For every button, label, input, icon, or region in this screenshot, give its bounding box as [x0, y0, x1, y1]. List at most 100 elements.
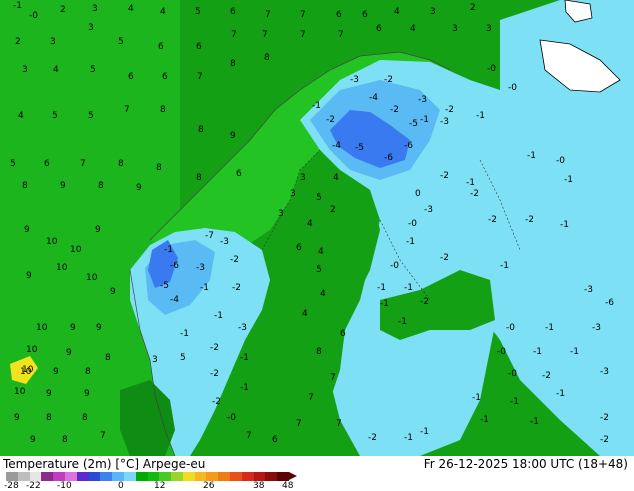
temperature-value-label: -0 [508, 369, 517, 379]
temperature-value-label: -6 [170, 261, 179, 271]
temperature-value-label: 9 [110, 287, 116, 297]
temperature-value-label: 4 [410, 24, 416, 34]
color-scale-segment [29, 472, 42, 481]
temperature-value-label: -1 [240, 353, 249, 363]
temperature-value-label: -4 [332, 141, 341, 151]
temperature-value-label: -1 [472, 393, 481, 403]
temperature-value-label: -0 [556, 156, 565, 166]
temperature-value-label: 8 [118, 159, 124, 169]
temperature-value-label: -1 [466, 178, 475, 188]
temperature-value-label: 7 [330, 373, 336, 383]
temperature-value-label: 6 [272, 435, 278, 445]
temperature-value-label: -2 [542, 371, 551, 381]
temperature-value-label: -4 [170, 295, 179, 305]
temperature-value-label: 7 [296, 419, 302, 429]
temperature-value-label: 5 [10, 159, 16, 169]
temperature-value-label: -7 [205, 231, 214, 241]
temperature-value-label: 3 [22, 65, 28, 75]
color-scale-segment [241, 472, 255, 481]
color-scale-segment [253, 472, 266, 481]
temperature-value-label: 8 [82, 413, 88, 423]
temperature-value-label: 9 [230, 131, 236, 141]
temperature-map[interactable]: -1 -0 2 3 4 4 5 6 7 7 6 6 4 3 2 2 3 3 5 6 6 7 7 7 7 6 4 3 3 3 4 5 6 6 7 8 8-… [0, 0, 634, 456]
temperature-value-label: 6 [44, 159, 50, 169]
temperature-value-label: -3 [418, 95, 427, 105]
temperature-value-label: 8 [105, 353, 111, 363]
color-scale-segment [76, 472, 90, 481]
valid-time: Fr 26-12-2025 18:00 UTC (18+48) [423, 457, 628, 471]
temperature-value-label: -1 [380, 299, 389, 309]
temperature-value-label: 8 [196, 173, 202, 183]
temperature-value-label: -1 [404, 433, 413, 443]
temperature-value-label: 6 [376, 24, 382, 34]
temperature-value-label: -2 [420, 297, 429, 307]
temperature-value-label: 3 [452, 24, 458, 34]
temperature-value-label: -1 [476, 111, 485, 121]
temperature-value-label: 3 [486, 24, 492, 34]
temperature-value-label: 8 [62, 435, 68, 445]
temperature-value-label: 7 [265, 10, 271, 20]
temperature-value-label: 9 [26, 271, 32, 281]
color-scale-segment [194, 472, 207, 481]
temperature-value-label: -0 [408, 219, 417, 229]
temperature-value-label: 4 [394, 7, 400, 17]
temperature-value-label: 10 [56, 263, 68, 273]
temperature-value-label: 9 [60, 181, 66, 191]
color-scale-segment [112, 472, 125, 481]
temperature-value-label: 8 [160, 105, 166, 115]
temperature-value-label: 4 [307, 219, 313, 229]
temperature-value-label: 8 [198, 125, 204, 135]
temperature-value-label: -3 [424, 205, 433, 215]
temperature-value-label: 8 [264, 53, 270, 63]
temperature-value-label: -2 [440, 171, 449, 181]
temperature-value-label: -2 [440, 253, 449, 263]
temperature-value-label: -2 [470, 189, 479, 199]
color-scale-segment [135, 472, 148, 481]
temperature-value-label: -3 [592, 323, 601, 333]
color-scale [6, 472, 297, 481]
temperature-value-label: -3 [350, 75, 359, 85]
temperature-value-label: 6 [128, 72, 134, 82]
temperature-value-label: 6 [340, 329, 346, 339]
temperature-value-label: 6 [236, 169, 242, 179]
temperature-value-label: -1 [530, 417, 539, 427]
temperature-value-label: -1 [545, 323, 554, 333]
temperature-value-label: -5 [409, 119, 418, 129]
temperature-value-label: 9 [136, 183, 142, 193]
temperature-value-label: -3 [600, 367, 609, 377]
temperature-value-label: -2 [600, 413, 609, 423]
temperature-value-label: -1 [406, 237, 415, 247]
temperature-value-label: 9 [70, 323, 76, 333]
temperature-value-label: -2 [488, 215, 497, 225]
color-scale-segment [17, 472, 31, 481]
temperature-value-label: -3 [238, 323, 247, 333]
temperature-value-label: -1 [533, 347, 542, 357]
temperature-value-label: 5 [52, 111, 58, 121]
temperature-value-label: 7 [300, 10, 306, 20]
temperature-value-label: 4 [53, 65, 59, 75]
temperature-value-label: 2 [470, 3, 476, 13]
temperature-value-label: -2 [384, 75, 393, 85]
temperature-value-label: 6 [336, 10, 342, 20]
temperature-value-label: 10 [36, 323, 48, 333]
temperature-value-label: 7 [246, 431, 252, 441]
temperature-value-label: 10 [86, 273, 98, 283]
temperature-value-label: 5 [90, 65, 96, 75]
temperature-value-label: -1 [240, 383, 249, 393]
color-scale-segment [277, 472, 290, 481]
temperature-value-label: 3 [290, 189, 296, 199]
temperature-value-label: -2 [368, 433, 377, 443]
color-scale-segment [6, 472, 19, 481]
temperature-value-label: -3 [196, 263, 205, 273]
temperature-value-label: -0 [390, 261, 399, 271]
temperature-value-label: -2 [600, 435, 609, 445]
temperature-value-label: -1 [564, 175, 573, 185]
temperature-value-label: 3 [300, 173, 306, 183]
temperature-value-label: 5 [180, 353, 186, 363]
temperature-value-label: 9 [53, 367, 59, 377]
color-scale-segment [230, 472, 243, 481]
color-scale-segment [265, 472, 278, 481]
temperature-value-label: 9 [84, 389, 90, 399]
temperature-value-label: -2 [326, 115, 335, 125]
temperature-value-label: 8 [230, 59, 236, 69]
